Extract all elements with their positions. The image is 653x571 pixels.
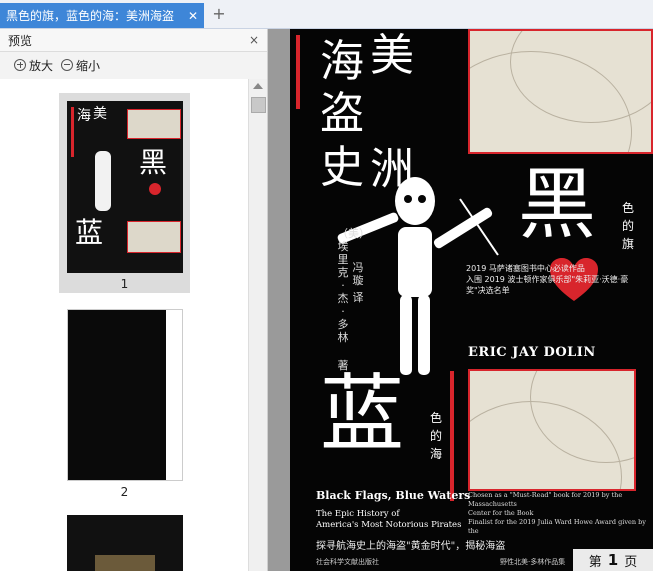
preview-panel-header: 预览 × <box>0 29 267 52</box>
cover-sede-hai: 色的海 <box>430 411 443 461</box>
subtitle-en: The Epic History of America's Most Notor… <box>316 509 462 530</box>
translator-yi: 译 <box>352 291 364 304</box>
thumb-heart <box>149 183 161 195</box>
thumb-red-bar <box>71 107 74 157</box>
page-indicator: 第 1 页 <box>573 549 653 571</box>
document-view: 海 美 盗 史 洲 黑 色的旗 （美）埃里克·杰·多林 <box>268 29 653 571</box>
thumbnail-image <box>67 309 183 481</box>
cover-sede-qi: 色的旗 <box>622 201 635 251</box>
cover-lan: 蓝 <box>320 365 405 463</box>
thumb-lan: 蓝 <box>75 216 104 249</box>
preview-panel-title: 预览 <box>8 33 33 48</box>
thumb-dark-page <box>68 310 166 480</box>
preview-panel: 预览 × 放大 缩小 海 美 黑 蓝 1 2 <box>0 29 268 571</box>
title-en: Black Flags, Blue Waters <box>316 489 471 502</box>
cover-page: 海 美 盗 史 洲 黑 色的旗 （美）埃里克·杰·多林 <box>290 29 653 571</box>
translator-name: 冯璇 <box>352 261 364 287</box>
thumb-map-top <box>127 109 181 139</box>
author-en: ERIC JAY DOLIN <box>468 345 596 360</box>
thumbnail-label: 1 <box>120 277 129 291</box>
thumb-photo <box>95 555 155 571</box>
tagline-cn: 探寻航海史上的海盗"黄金时代"，揭秘海盗 <box>316 541 506 552</box>
cover-hei: 黑 <box>518 160 597 250</box>
title-dao: 盗 <box>320 88 364 139</box>
map-image-bottom <box>468 369 636 491</box>
panel-close-icon[interactable]: × <box>249 33 259 47</box>
thumbnail-scrollbar[interactable] <box>248 79 267 571</box>
thumbnail-list: 海 美 黑 蓝 1 2 <box>0 79 248 571</box>
thumbnail-label: 2 <box>120 485 129 499</box>
document-tab[interactable]: 黑色的旗，蓝色的海：美洲海盗 ✕ <box>0 3 204 28</box>
scroll-up-icon[interactable] <box>253 83 263 89</box>
thumbnail-page-1[interactable]: 海 美 黑 蓝 1 <box>59 93 190 293</box>
zoom-toolbar: 放大 缩小 <box>0 52 267 78</box>
thumbnail-page-2[interactable]: 2 <box>59 301 190 501</box>
zoom-in-label: 放大 <box>29 58 54 73</box>
thumb-skeleton <box>95 151 111 211</box>
publisher: 社会科学文献出版社 <box>316 558 379 566</box>
thumbnail-image <box>67 515 183 571</box>
thumb-hei: 黑 <box>139 146 168 179</box>
award-blurb-en: Chosen as a "Must-Read" book for 2019 by… <box>468 491 646 535</box>
red-bar-top <box>296 35 300 109</box>
new-tab-button[interactable]: + <box>210 4 228 23</box>
tab-bar: 黑色的旗，蓝色的海：美洲海盗 ✕ + <box>0 0 653 29</box>
title-mei: 美 <box>370 30 414 81</box>
thumb-map-bottom <box>127 221 181 253</box>
thumb-title-mei: 美 <box>93 106 107 122</box>
thumbnail-page-3[interactable] <box>59 507 190 571</box>
scrollbar-thumb[interactable] <box>251 97 266 113</box>
title-hai: 海 <box>320 36 364 87</box>
zoom-out-label: 缩小 <box>76 58 101 73</box>
red-bar-bottom <box>450 371 454 501</box>
thumbnail-image: 海 美 黑 蓝 <box>67 101 183 273</box>
thumb-title-hai: 海 <box>77 108 91 124</box>
zoom-out-button[interactable]: 缩小 <box>61 57 100 74</box>
zoom-in-button[interactable]: 放大 <box>14 57 53 74</box>
zoom-out-icon <box>61 59 74 71</box>
map-image-top <box>468 29 653 154</box>
author-cn: （美）埃里克·杰·多林 <box>337 227 370 344</box>
tab-title: 黑色的旗，蓝色的海：美洲海盗 <box>6 9 175 23</box>
tab-close-icon[interactable]: ✕ <box>186 9 200 23</box>
series-name: 野性北美·多林作品集 <box>500 558 566 566</box>
page-number: 1 <box>607 551 619 569</box>
zoom-in-icon <box>14 59 26 71</box>
award-blurb-cn: 2019 马萨诸塞图书中心必读作品 入围 2019 波士顿作家俱乐部"朱莉亚·沃… <box>466 264 629 295</box>
